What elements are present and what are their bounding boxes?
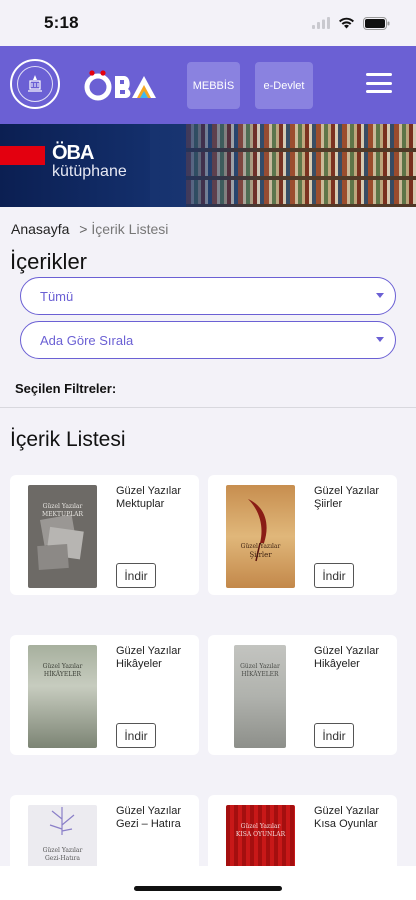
book-title: Güzel Yazılar Kısa Oyunlar: [314, 805, 380, 830]
library-banner: ÖBA kütüphane: [0, 124, 416, 207]
book-title: Güzel Yazılar Hikâyeler: [314, 645, 380, 670]
status-icons: [312, 16, 390, 30]
status-bar: 5:18: [0, 0, 416, 46]
book-cover: Güzel Yazılar Şiirler: [226, 485, 295, 588]
content-grid: Güzel Yazılar MEKTUPLAR Güzel Yazılar Me…: [0, 460, 416, 900]
banner-logo: ÖBA kütüphane: [52, 142, 127, 181]
download-button[interactable]: İndir: [314, 563, 354, 588]
book-title: Güzel Yazılar Şiirler: [314, 485, 380, 510]
breadcrumb-separator: >: [79, 221, 88, 237]
book-card[interactable]: Güzel Yazılar Şiirler Güzel Yazılar Şiir…: [208, 475, 397, 595]
book-title: Güzel Yazılar Hikâyeler: [116, 645, 182, 670]
book-card[interactable]: Güzel Yazılar MEKTUPLAR Güzel Yazılar Me…: [10, 475, 199, 595]
download-button[interactable]: İndir: [116, 723, 156, 748]
oba-logo-mark: [84, 70, 156, 101]
download-button[interactable]: İndir: [314, 723, 354, 748]
wifi-icon: [339, 17, 354, 29]
book-cover: Güzel Yazılar HİKÂYELER: [234, 645, 286, 748]
sort-select[interactable]: Ada Göre Sırala: [20, 321, 396, 359]
status-time: 5:18: [44, 13, 79, 32]
cellular-icon: [312, 17, 330, 29]
oba-logo[interactable]: [84, 64, 162, 106]
breadcrumb: Anasayfa > İçerik Listesi: [0, 207, 416, 243]
battery-icon: [363, 16, 390, 30]
book-title: Güzel Yazılar Mektuplar: [116, 485, 182, 510]
breadcrumb-home[interactable]: Anasayfa: [11, 221, 69, 237]
breadcrumb-current: İçerik Listesi: [91, 221, 169, 237]
edevlet-button[interactable]: e-Devlet: [255, 62, 313, 109]
book-cover: Güzel Yazılar HİKÂYELER: [28, 645, 97, 748]
content-list-title: İçerik Listesi: [10, 428, 126, 451]
book-cover: Güzel Yazılar MEKTUPLAR: [28, 485, 97, 588]
home-indicator-area: [0, 866, 416, 900]
download-button[interactable]: İndir: [116, 563, 156, 588]
page-title: İçerikler: [10, 249, 88, 274]
home-indicator[interactable]: [134, 886, 282, 891]
category-select[interactable]: Tümü: [20, 277, 396, 315]
banner-subtitle: kütüphane: [52, 163, 127, 180]
book-card[interactable]: Güzel Yazılar HİKÂYELER Güzel Yazılar Hi…: [208, 635, 397, 755]
divider: [0, 407, 416, 408]
book-card[interactable]: Güzel Yazılar HİKÂYELER Güzel Yazılar Hi…: [10, 635, 199, 755]
banner-brand: ÖBA: [52, 142, 94, 164]
category-select-value: Tümü: [40, 288, 74, 304]
book-title: Güzel Yazılar Gezi – Hatıra: [116, 805, 182, 830]
mebbis-button[interactable]: MEBBİS: [187, 62, 240, 109]
banner-red-stripe: [0, 146, 45, 165]
chevron-down-icon: [376, 337, 384, 342]
sort-select-value: Ada Göre Sırala: [40, 332, 134, 348]
selected-filters-label: Seçilen Filtreler:: [15, 381, 117, 396]
chevron-down-icon: [376, 293, 384, 298]
meb-emblem-icon: [28, 75, 42, 92]
meb-logo[interactable]: [10, 59, 60, 109]
hamburger-menu-icon[interactable]: [366, 73, 392, 93]
app-header: MEBBİS e-Devlet: [0, 46, 416, 124]
